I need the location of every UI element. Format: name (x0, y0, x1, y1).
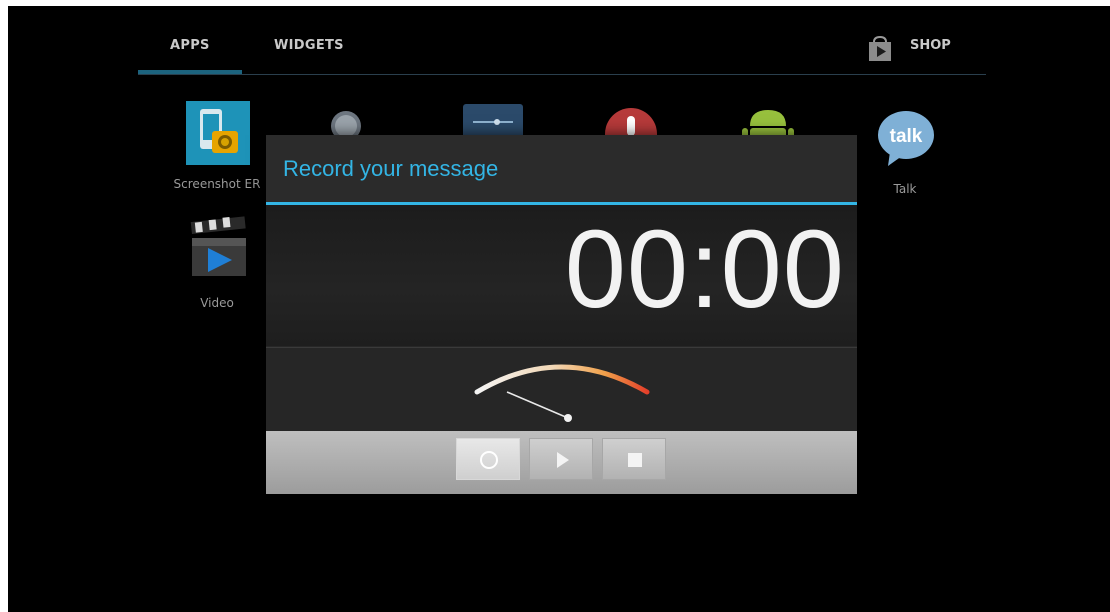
android-app-icon[interactable] (740, 102, 796, 136)
dialog-title: Record your message (283, 156, 499, 181)
play-store-bag-icon[interactable] (866, 35, 894, 62)
play-button[interactable] (529, 438, 593, 480)
video-clapperboard-icon (186, 216, 250, 280)
level-meter-panel (266, 347, 857, 432)
timer-panel: 00:00 (266, 205, 857, 346)
recording-controls (266, 431, 857, 494)
record-icon (480, 451, 498, 469)
record-dialog: Record your message 00:00 (266, 135, 857, 494)
tab-widgets[interactable]: WIDGETS (274, 38, 344, 53)
tab-divider (138, 74, 986, 75)
talk-bubble-icon: talk (876, 108, 936, 168)
play-icon (557, 452, 569, 468)
voice-recorder-app-icon[interactable] (603, 106, 659, 136)
screenshot-er-icon (186, 101, 250, 165)
app-label: Talk (893, 182, 917, 196)
level-meter-gauge-icon (474, 364, 650, 422)
record-button[interactable] (456, 438, 520, 480)
tab-apps[interactable]: APPS (170, 38, 210, 53)
app-label: Video (200, 296, 234, 310)
shop-button[interactable]: SHOP (910, 38, 951, 53)
search-app-icon[interactable] (326, 106, 366, 136)
recording-timer: 00:00 (564, 208, 845, 331)
settings-app-icon[interactable] (463, 104, 523, 136)
stop-icon (628, 453, 642, 467)
stop-button[interactable] (602, 438, 666, 480)
app-label: Screenshot ER (173, 177, 261, 191)
talk-badge-text: talk (890, 126, 923, 147)
dialog-header: Record your message (266, 135, 857, 202)
home-screen: APPS WIDGETS SHOP Screenshot ER Video ta… (8, 6, 1110, 612)
